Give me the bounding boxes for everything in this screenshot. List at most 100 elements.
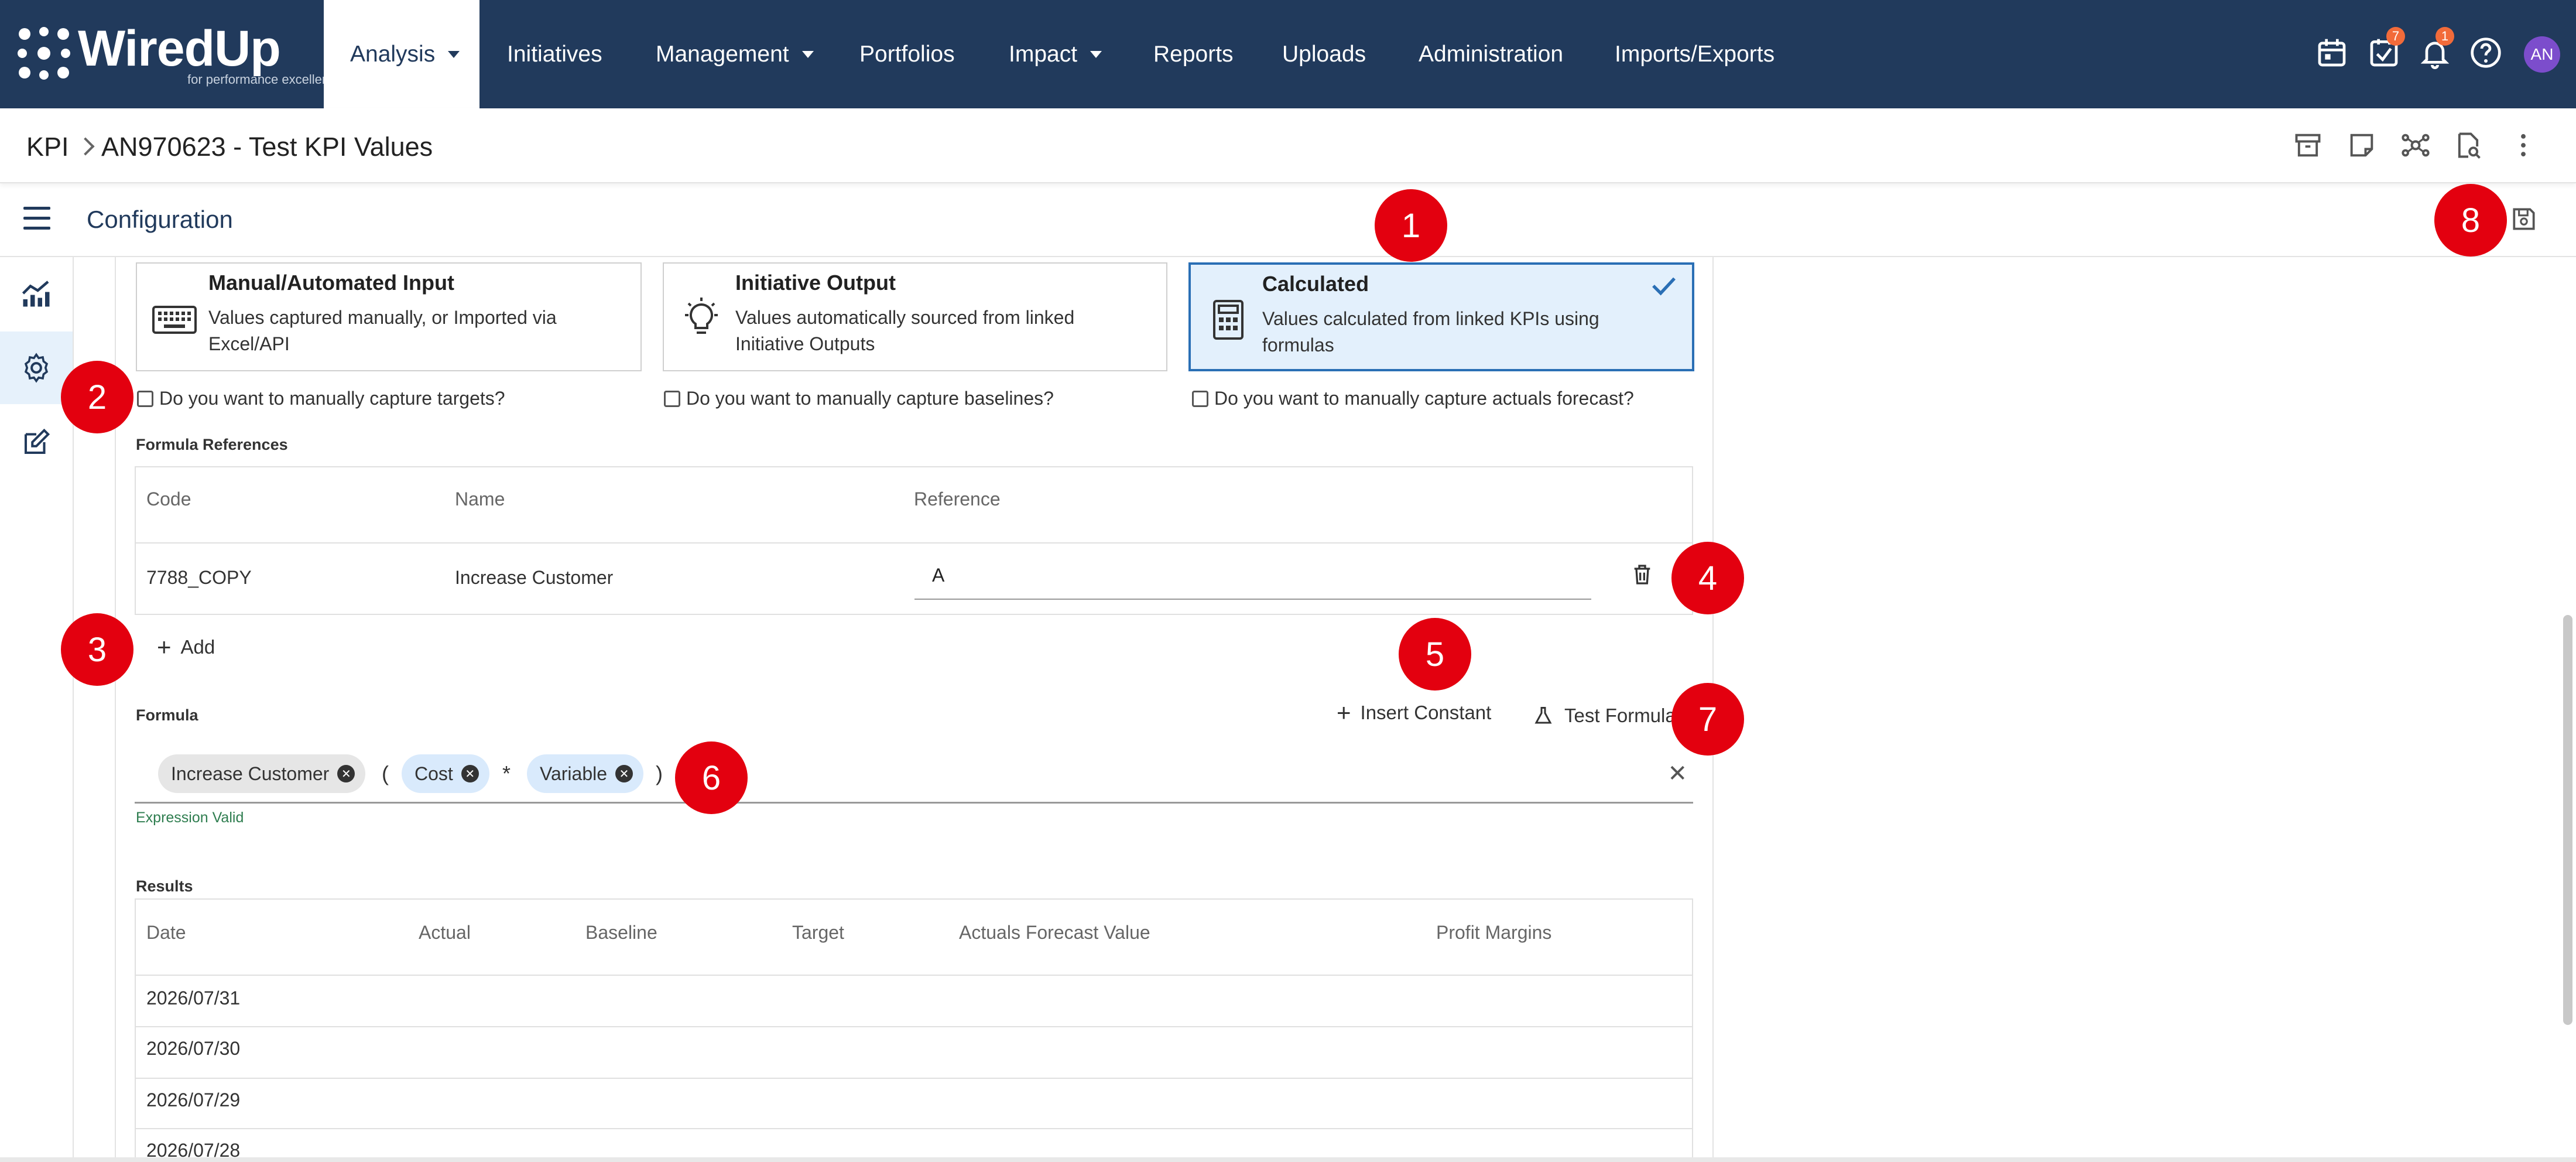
network-icon[interactable] <box>2400 130 2431 160</box>
menu-icon[interactable] <box>23 207 50 230</box>
logo-text: WiredUp <box>78 20 281 77</box>
remove-token-icon[interactable]: ✕ <box>337 765 355 782</box>
trash-icon[interactable] <box>1630 562 1654 587</box>
keyboard-icon <box>152 306 197 334</box>
column-header-target: Target <box>792 922 844 943</box>
checkbox[interactable] <box>137 390 153 407</box>
add-reference-button[interactable]: + Add <box>157 635 215 659</box>
card-description: Values calculated from linked KPIs using… <box>1262 308 1599 356</box>
checkbox-label: Do you want to manually capture actuals … <box>1214 388 1634 409</box>
table-row: 2026/07/31 <box>146 987 241 1009</box>
chevron-right-icon <box>76 137 95 156</box>
card-description: Values automatically sourced from linked… <box>735 307 1075 354</box>
archive-icon[interactable] <box>2293 130 2323 160</box>
remove-token-icon[interactable]: ✕ <box>461 765 479 782</box>
plus-icon: + <box>157 633 172 661</box>
calendar-icon[interactable] <box>2315 36 2348 69</box>
notifications-badge: 1 <box>2435 27 2454 46</box>
nav-initiatives[interactable]: Initiatives <box>507 0 602 108</box>
checkbox[interactable] <box>664 390 680 407</box>
chevron-down-icon <box>448 50 460 58</box>
reference-value: A <box>932 565 945 586</box>
document-search-icon[interactable] <box>2453 130 2483 160</box>
wiredup-logo[interactable]: WiredUp for performance excellence <box>16 20 342 93</box>
formula-operator: ) <box>656 761 663 785</box>
column-header-profit-margins: Profit Margins <box>1436 922 1552 943</box>
capture-targets-checkbox[interactable]: Do you want to manually capture targets? <box>137 388 505 409</box>
nav-reports-label: Reports <box>1153 41 1234 67</box>
capture-baselines-checkbox[interactable]: Do you want to manually capture baseline… <box>664 388 1054 409</box>
remove-token-icon[interactable]: ✕ <box>615 765 633 782</box>
insert-constant-button[interactable]: + Insert Constant <box>1337 700 1491 725</box>
rail-edit[interactable] <box>0 406 73 479</box>
column-header-code: Code <box>146 488 191 510</box>
nav-management-label: Management <box>656 41 789 67</box>
token-label: Increase Customer <box>171 763 330 784</box>
clear-formula-icon[interactable]: ✕ <box>1667 760 1687 787</box>
formula-status: Expression Valid <box>136 809 244 826</box>
nav-analysis[interactable]: Analysis <box>324 0 479 108</box>
table-row: 2026/07/30 <box>146 1038 241 1059</box>
check-icon <box>1652 277 1676 296</box>
tasks-badge: 7 <box>2386 27 2405 46</box>
table-row: 2026/07/29 <box>146 1089 241 1110</box>
annotation-marker-4: 4 <box>1671 542 1744 614</box>
formula-input[interactable]: Increase Customer ✕ ( Cost ✕ * Variable … <box>135 749 1693 804</box>
nav-impact-label: Impact <box>1009 41 1078 67</box>
user-avatar[interactable]: AN <box>2524 36 2560 73</box>
results-table: Date Actual Baseline Target Actuals Fore… <box>135 898 1693 1162</box>
nav-portfolios[interactable]: Portfolios <box>859 0 955 108</box>
edit-icon <box>24 428 50 454</box>
card-manual-automated-input[interactable]: Manual/Automated Input Values captured m… <box>136 262 642 371</box>
calculator-icon <box>1213 300 1244 340</box>
card-initiative-output[interactable]: Initiative Output Values automatically s… <box>663 262 1167 371</box>
breadcrumb-root[interactable]: KPI <box>26 132 69 162</box>
nav-analysis-label: Analysis <box>350 41 436 67</box>
formula-operator: * <box>502 761 511 785</box>
nav-management[interactable]: Management <box>656 0 814 108</box>
nav-impact[interactable]: Impact <box>1009 0 1102 108</box>
configuration-header: Configuration <box>0 183 2576 257</box>
reference-input[interactable]: A <box>914 555 1591 600</box>
checkbox[interactable] <box>1192 390 1208 407</box>
checkbox-label: Do you want to manually capture baseline… <box>686 388 1054 409</box>
chart-icon <box>22 281 50 307</box>
nav-imports-exports[interactable]: Imports/Exports <box>1615 0 1775 108</box>
formula-token-chip[interactable]: Variable ✕ <box>527 754 644 793</box>
note-icon[interactable] <box>2347 130 2377 160</box>
test-formula-button[interactable]: Test Formula <box>1533 704 1676 727</box>
column-header-actual: Actual <box>419 922 471 943</box>
token-label: Cost <box>415 763 453 784</box>
nav-portfolios-label: Portfolios <box>859 41 955 67</box>
lightbulb-icon <box>685 298 718 334</box>
top-navigation-bar: WiredUp for performance excellence Analy… <box>0 0 2576 108</box>
card-calculated[interactable]: Calculated Values calculated from linked… <box>1188 262 1694 371</box>
card-title: Calculated <box>1262 272 1369 296</box>
formula-references-table: Code Name Reference 7788_COPY Increase C… <box>135 466 1693 615</box>
vertical-scrollbar[interactable] <box>2563 615 2572 1025</box>
plus-icon: + <box>1337 699 1351 726</box>
nav-uploads[interactable]: Uploads <box>1282 0 1366 108</box>
table-divider <box>136 975 1692 976</box>
help-icon[interactable] <box>2469 36 2502 69</box>
formula-token-chip[interactable]: Cost ✕ <box>402 754 489 793</box>
logo-dots-icon <box>18 27 70 80</box>
capture-actuals-forecast-checkbox[interactable]: Do you want to manually capture actuals … <box>1192 388 1634 409</box>
nav-uploads-label: Uploads <box>1282 41 1366 67</box>
annotation-marker-1: 1 <box>1375 189 1447 262</box>
bottom-edge <box>0 1157 2576 1162</box>
annotation-marker-8: 8 <box>2434 184 2507 257</box>
chevron-down-icon <box>1090 50 1102 58</box>
reference-code: 7788_COPY <box>146 567 252 588</box>
annotation-marker-2: 2 <box>61 361 133 433</box>
checkbox-label: Do you want to manually capture targets? <box>159 388 505 409</box>
formula-token-chip[interactable]: Increase Customer ✕ <box>158 754 366 793</box>
annotation-marker-7: 7 <box>1671 683 1744 756</box>
flask-icon <box>1534 707 1552 724</box>
rail-analytics[interactable] <box>0 257 73 330</box>
nav-reports[interactable]: Reports <box>1153 0 1234 108</box>
annotation-marker-3: 3 <box>61 613 133 686</box>
nav-administration[interactable]: Administration <box>1419 0 1563 108</box>
save-icon[interactable] <box>2509 204 2539 234</box>
more-vert-icon[interactable] <box>2508 130 2539 160</box>
